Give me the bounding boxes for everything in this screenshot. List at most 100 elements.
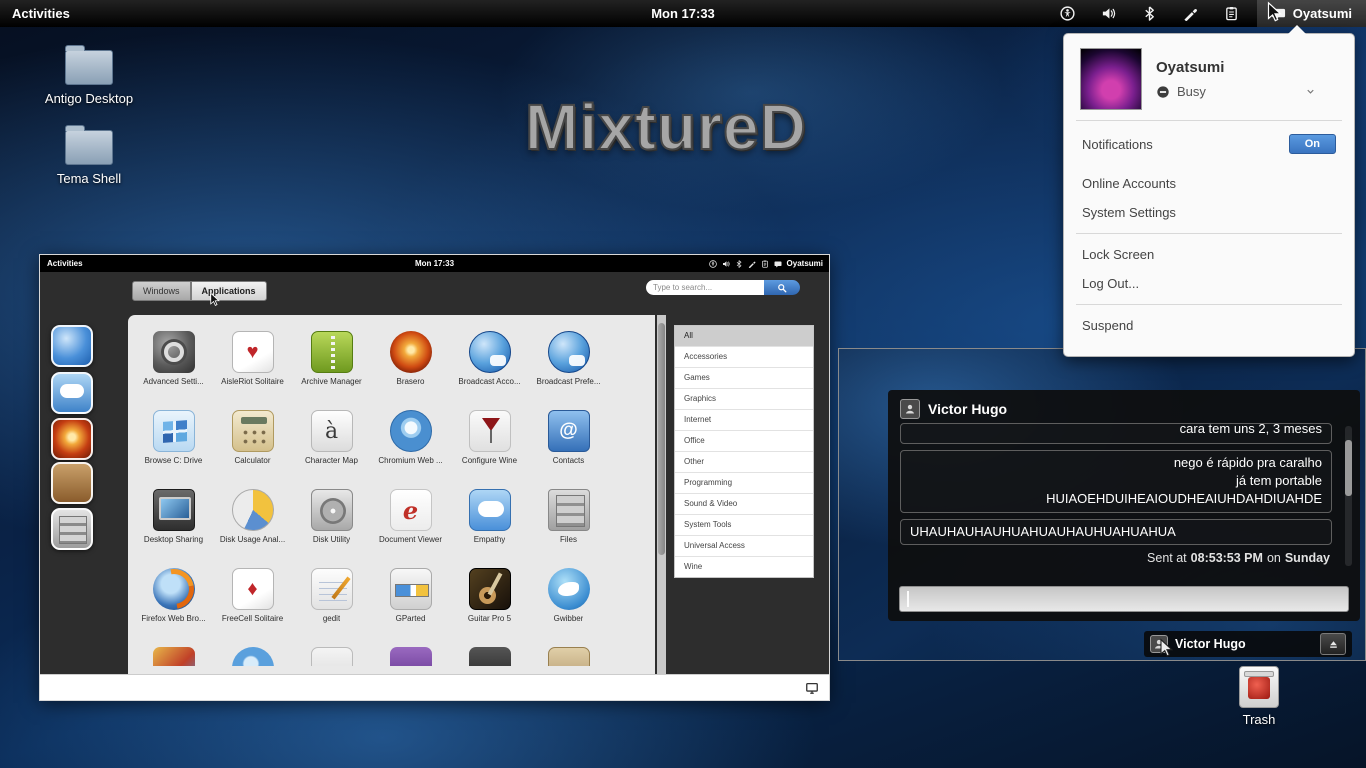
busy-icon [1156,85,1170,99]
app-item[interactable]: Archive Manager [292,328,371,407]
app-item[interactable]: Configure Wine [450,407,529,486]
app-item[interactable]: Files [529,486,608,565]
scrollbar[interactable] [657,315,666,674]
web-browser-icon[interactable] [51,325,93,367]
category-item[interactable]: Wine [675,557,813,577]
chat-input[interactable] [899,586,1349,612]
partial-app-icon [548,647,590,666]
activities-button[interactable]: Activities [0,0,82,27]
search-button[interactable] [764,280,800,295]
tab-applications[interactable]: Applications [191,281,267,301]
app-item[interactable]: Firefox Web Bro... [134,565,213,644]
app-item[interactable]: Document Viewer [371,486,450,565]
app-label: GParted [396,614,426,623]
scrollbar-thumb[interactable] [658,323,665,555]
desktop-icon-tema-shell[interactable]: Tema Shell [36,130,142,186]
chat-window[interactable]: Victor Hugo cara tem uns 2, 3 meses nego… [838,348,1366,661]
app-item[interactable]: Calculator [213,407,292,486]
app-item[interactable]: Brasero [371,328,450,407]
eject-button[interactable] [1320,633,1346,655]
search-input[interactable]: Type to search... [646,280,764,295]
search-icon [777,283,787,293]
category-item[interactable]: System Tools [675,515,813,536]
app-item[interactable]: Browse C: Drive [134,407,213,486]
app-item[interactable] [292,644,371,666]
app-item[interactable]: Guitar Pro 5 [450,565,529,644]
activities-button[interactable]: Activities [40,259,90,268]
scrollbar-thumb[interactable] [1345,440,1352,496]
app-item[interactable]: FreeCell Solitaire [213,565,292,644]
app-item[interactable]: Advanced Setti... [134,328,213,407]
user-name: Oyatsumi [1293,6,1352,21]
overview-screenshot-window[interactable]: Activities Mon 17:33 Oyatsumi Windows Ap… [40,255,829,700]
menu-separator [1076,233,1342,234]
app-item[interactable] [134,644,213,666]
app-item[interactable]: AisleRiot Solitaire [213,328,292,407]
clock[interactable]: Mon 17:33 [651,6,715,21]
app-label: AisleRiot Solitaire [221,377,284,386]
app-item[interactable]: Empathy [450,486,529,565]
category-item[interactable]: Internet [675,410,813,431]
tab-windows[interactable]: Windows [132,281,191,301]
app-item[interactable]: Broadcast Acco... [450,328,529,407]
scrollbar[interactable] [1345,426,1352,566]
wine-glass-icon [469,410,511,452]
category-item[interactable]: All [675,326,813,347]
menu-item-system-settings[interactable]: System Settings [1080,198,1338,227]
accessibility-icon[interactable] [1060,6,1075,21]
user-avatar[interactable] [1080,48,1142,110]
app-item[interactable]: Character Map [292,407,371,486]
contact-avatar-icon [900,399,920,419]
app-item[interactable]: Desktop Sharing [134,486,213,565]
app-label: Desktop Sharing [144,535,203,544]
disc-burner-icon[interactable] [51,418,93,460]
package-icon[interactable] [51,462,93,504]
trash-icon[interactable]: Trash [1230,666,1288,727]
app-item[interactable]: Gwibber [529,565,608,644]
app-label: Guitar Pro 5 [468,614,511,623]
category-item[interactable]: Other [675,452,813,473]
system-tray [1060,6,1257,21]
user-menu: Oyatsumi Busy Notifications On Online Ac… [1063,33,1355,357]
app-item[interactable]: Contacts [529,407,608,486]
file-cabinet-icon[interactable] [51,508,93,550]
chat-bubble-icon [469,489,511,531]
notifications-toggle[interactable]: On [1289,134,1336,154]
brush-icon[interactable] [1183,6,1198,21]
app-item[interactable]: Disk Utility [292,486,371,565]
app-item[interactable]: Broadcast Prefe... [529,328,608,407]
app-item[interactable] [213,644,292,666]
category-item[interactable]: Programming [675,473,813,494]
desktop-icon-antigo[interactable]: Antigo Desktop [36,50,142,106]
app-item[interactable] [529,644,608,666]
app-item[interactable] [371,644,450,666]
app-item[interactable]: gedit [292,565,371,644]
menu-item-online-accounts[interactable]: Online Accounts [1080,169,1338,198]
category-item[interactable]: Sound & Video [675,494,813,515]
app-item[interactable]: GParted [371,565,450,644]
category-item[interactable]: Graphics [675,389,813,410]
app-label: Files [560,535,577,544]
chat-icon[interactable] [51,372,93,414]
category-item[interactable]: Office [675,431,813,452]
volume-icon[interactable] [1101,6,1116,21]
app-item[interactable] [450,644,529,666]
app-item[interactable]: Disk Usage Anal... [213,486,292,565]
bluetooth-icon[interactable] [1142,6,1157,21]
category-list: All Accessories Games Graphics Internet … [674,325,814,578]
category-item[interactable]: Universal Access [675,536,813,557]
app-item[interactable]: Chromium Web ... [371,407,450,486]
computer-icon[interactable] [805,681,819,695]
category-item[interactable]: Accessories [675,347,813,368]
gear-icon [153,331,195,373]
menu-item-notifications[interactable]: Notifications [1082,137,1153,152]
mouse-cursor [1156,638,1176,658]
clipboard-icon[interactable] [1224,6,1239,21]
status-selector[interactable]: Busy [1156,84,1316,99]
menu-item-suspend[interactable]: Suspend [1080,311,1338,340]
menu-item-lock-screen[interactable]: Lock Screen [1080,240,1338,269]
text-caret [907,591,909,607]
chat-panel: Victor Hugo cara tem uns 2, 3 meses nego… [888,390,1360,621]
menu-item-log-out[interactable]: Log Out... [1080,269,1338,298]
category-item[interactable]: Games [675,368,813,389]
